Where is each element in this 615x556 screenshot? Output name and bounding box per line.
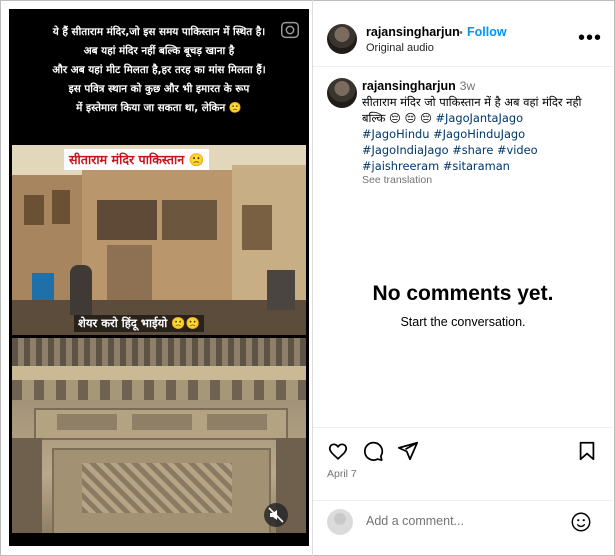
post-date[interactable]: April 7 bbox=[327, 468, 357, 480]
hashtag-link[interactable]: #video bbox=[497, 143, 538, 157]
video-caption-line: इस पवित्र स्थान को कुछ और भी इमारत के रू… bbox=[68, 83, 250, 95]
actions-divider bbox=[313, 427, 613, 428]
video-caption-line: और अब यहां मीट मिलता है,हर तरह का मांस म… bbox=[52, 64, 266, 76]
hashtag-link[interactable]: #sitaraman bbox=[443, 159, 510, 173]
add-comment-input[interactable]: Add a comment... bbox=[366, 514, 464, 528]
video-banner-label: सीताराम मंदिर पाकिस्तान 🙁 bbox=[64, 149, 210, 170]
heart-icon[interactable] bbox=[327, 440, 349, 462]
follow-button[interactable]: Follow bbox=[467, 25, 507, 39]
camera-icon bbox=[281, 21, 299, 39]
emoji-icon[interactable] bbox=[570, 511, 592, 533]
post-header bbox=[313, 0, 613, 67]
bookmark-icon[interactable] bbox=[576, 440, 598, 462]
caption-time[interactable]: 3w bbox=[460, 79, 475, 93]
hashtag-link[interactable]: #jaishreeram bbox=[362, 159, 439, 173]
video-caption-line: ये हैं सीताराम मंदिर,जो इस समय पाकिस्तान… bbox=[52, 26, 266, 38]
muted-speaker-icon bbox=[268, 507, 284, 523]
comment-icon[interactable] bbox=[362, 440, 384, 462]
start-conversation-text: Start the conversation. bbox=[400, 315, 526, 329]
see-translation-link[interactable]: See translation bbox=[362, 174, 432, 186]
no-comments-title: No comments yet. bbox=[372, 282, 554, 305]
avatar[interactable] bbox=[327, 24, 357, 54]
video-caption-overlay: ये हैं सीताराम मंदिर,जो इस समय पाकिस्तान… bbox=[17, 23, 301, 118]
hashtag-link[interactable]: #JagoJantaJago bbox=[435, 111, 523, 125]
caption-avatar[interactable] bbox=[327, 78, 357, 108]
video-caption-line: अब यहां मंदिर नहीं बल्कि बूचड़ खाना है bbox=[83, 45, 235, 57]
original-audio-link[interactable]: Original audio bbox=[366, 42, 434, 54]
hashtag-link[interactable]: #share bbox=[452, 143, 493, 157]
current-user-avatar bbox=[327, 509, 353, 535]
hashtag-link[interactable]: #JagoHindu bbox=[362, 127, 429, 141]
mute-toggle-button[interactable] bbox=[264, 503, 288, 527]
hashtag-link[interactable]: #JagoHinduJago bbox=[433, 127, 525, 141]
comment-divider bbox=[313, 500, 613, 501]
post-caption: rajansingharjun 3w सीताराम मंदिर जो पाकिस… bbox=[362, 78, 607, 174]
send-icon[interactable] bbox=[397, 440, 419, 462]
caption-username[interactable]: rajansingharjun bbox=[362, 79, 456, 93]
video-caption-line: में इस्तेमाल किया जा सकता था, लेकिन 🙁 bbox=[76, 102, 242, 114]
video-frame-temple-facade bbox=[12, 338, 306, 533]
separator-dot: • bbox=[459, 27, 463, 39]
header-username[interactable]: rajansingharjun bbox=[366, 25, 460, 39]
panel-divider bbox=[312, 0, 313, 556]
hashtag-link[interactable]: #JagoIndiaJago bbox=[362, 143, 449, 157]
video-frame-temple-exterior: सीताराम मंदिर पाकिस्तान 🙁 शेयर करो हिंदू… bbox=[12, 145, 306, 335]
more-options-icon[interactable]: ••• bbox=[578, 28, 602, 48]
video-share-label: शेयर करो हिंदू भाईयो 🙁🙁 bbox=[74, 315, 204, 332]
